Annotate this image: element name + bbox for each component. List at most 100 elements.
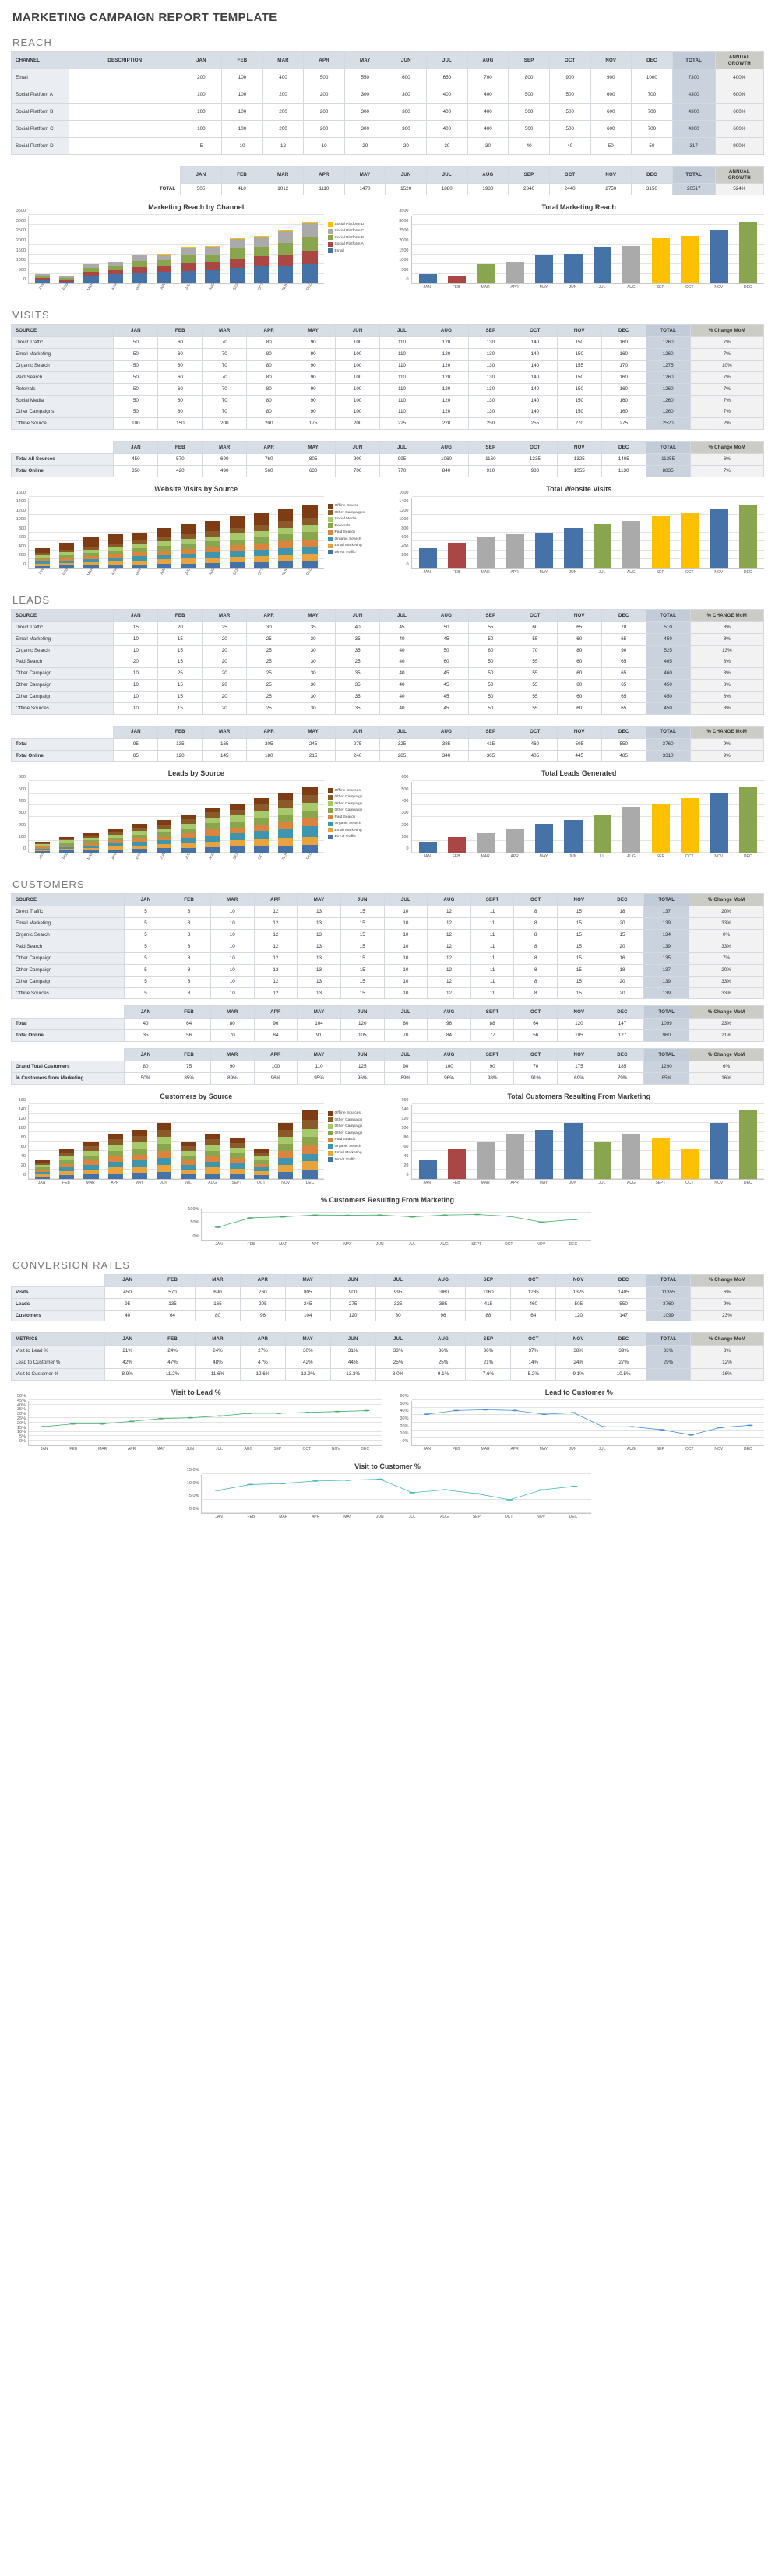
x-tick-label: JUL <box>184 1180 192 1185</box>
bar-column <box>501 216 530 284</box>
cell-value: 15 <box>557 929 601 942</box>
chart-legend: Offline Source Other Campaigns Social Medi… <box>324 498 382 569</box>
bar-column <box>298 498 322 568</box>
chart-title: Marketing Reach by Channel <box>148 203 245 212</box>
table-row: Other Campaign 5 8 10 12 13 15 10 12 11 8 15 18 137 20… <box>11 963 764 977</box>
cell-value: 130 <box>467 394 513 407</box>
bar-column <box>30 498 55 568</box>
legend-swatch <box>327 815 333 820</box>
gridline <box>202 1473 591 1474</box>
plot-area: 0 200 400 600 800 1000 1200 1400 1600 <box>394 491 764 569</box>
x-tick-label: JUN <box>569 569 577 575</box>
bar-segment <box>156 1171 172 1179</box>
legend-item: Offline Source <box>327 503 382 509</box>
cell-value: 25 <box>246 702 292 715</box>
cell-value: 40 <box>548 137 591 156</box>
legend-swatch <box>327 523 333 529</box>
cell-value: 160 <box>601 336 646 350</box>
cell-value: 11 <box>470 952 515 965</box>
bar-segment <box>277 1157 294 1165</box>
cell-value: 11 <box>470 929 515 942</box>
y-tick-label: 200 <box>401 553 409 558</box>
cell-value: 8 <box>513 941 558 953</box>
chart-canvas: 0 500 1000 1500 2000 2500 3000 3500 Social Platf… <box>11 209 382 297</box>
legend-item: Social Platform C <box>327 228 382 234</box>
cell-change: 900% <box>714 137 765 156</box>
column-header: FEB <box>167 1048 211 1062</box>
table-row: Total Online 85 120 145 180 215 240 285 340 365 40… <box>10 749 765 762</box>
bar-segment <box>535 1130 554 1179</box>
bar-segment <box>535 532 554 568</box>
bar-segment <box>302 811 318 819</box>
cell-value: 8 <box>167 987 211 1000</box>
bar-segment <box>253 811 269 818</box>
bar-column <box>588 216 617 284</box>
cell-value: 5.2% <box>510 1368 557 1381</box>
bar-column <box>225 1105 249 1179</box>
bar-segment <box>564 820 583 853</box>
data-point <box>279 1216 287 1218</box>
y-tick-label: 10% <box>400 1431 409 1437</box>
cell-total: 135 <box>643 952 690 965</box>
cell-change: 7% <box>689 465 765 477</box>
cell-value: 690 <box>195 1286 241 1299</box>
bar-column <box>558 498 587 568</box>
cell-value: 760 <box>239 1286 286 1299</box>
table-row: Other Campaign 10 15 20 25 30 35 40 45 50 55 60 65 45… <box>10 679 765 692</box>
table-row: Social Platform A 100 100 200 200 300 300 400 40… <box>10 86 765 104</box>
table-row: Total 95 135 165 205 245 275 325 385 415 460 505 550… <box>10 737 765 751</box>
y-tick-label: 500 <box>401 267 409 273</box>
cell-value: 1012 <box>262 183 305 196</box>
cell-change: 6% <box>689 453 765 466</box>
cell-value: 64 <box>167 1018 211 1031</box>
bar-column <box>617 498 646 568</box>
cell-value: 5 <box>123 929 168 942</box>
column-header: FEB <box>157 608 203 622</box>
cell-value: 15 <box>340 987 385 1000</box>
cell-change: 8% <box>689 679 765 692</box>
cell-value: 105 <box>340 1029 385 1043</box>
bar-column <box>646 216 675 284</box>
row-label: Other Campaign <box>10 691 114 703</box>
bar-segment <box>205 1134 220 1140</box>
cell-value: 275 <box>601 417 646 431</box>
cell-value: 40 <box>123 1018 168 1031</box>
legend-label: Other Campaign <box>334 808 363 813</box>
gridline <box>29 1399 382 1400</box>
legend-item: Referrals <box>327 523 382 529</box>
legend-swatch <box>327 1131 333 1136</box>
cell-value: 110 <box>297 1061 341 1073</box>
cell-change: 9% <box>689 737 765 751</box>
legend-swatch <box>327 248 333 254</box>
bar-column <box>249 216 273 284</box>
cell-value: 90 <box>291 371 336 384</box>
cell-value: 13 <box>297 987 341 1000</box>
cell-value: 505 <box>556 737 602 751</box>
plot <box>28 1399 382 1446</box>
visits-table: SOURCE JAN FEB MAR APR MAY JUN JUL AUG SEP OCT NOV D… <box>10 324 765 431</box>
cell-value: 10 <box>210 963 255 977</box>
cell-value: 12 <box>253 963 298 977</box>
bar-segment <box>622 520 641 568</box>
cell-change: 7% <box>689 406 765 419</box>
cell-value: 550 <box>601 737 646 751</box>
plot <box>201 1473 591 1514</box>
column-header: TOTAL <box>643 1048 690 1062</box>
cell-value: 150 <box>556 382 602 396</box>
cell-value: 3150 <box>631 183 673 196</box>
column-header: JAN <box>123 1005 168 1019</box>
bar-column <box>734 216 763 284</box>
cell-value: 300 <box>343 120 386 139</box>
column-header: % Change MoM <box>689 324 765 338</box>
y-axis: 0 500 1000 1500 2000 2500 3000 3500 <box>11 209 28 284</box>
cell-value: 200 <box>303 86 345 104</box>
row-description <box>69 103 181 121</box>
y-tick-label: 1000 <box>16 258 26 263</box>
cell-value: 690 <box>202 453 248 466</box>
column-header: MAY <box>291 725 336 739</box>
cell-value: 40 <box>379 679 424 692</box>
chart-title: Customers by Source <box>160 1092 233 1100</box>
bar-segment <box>593 1141 612 1179</box>
x-tick-label: NOV <box>714 1180 724 1185</box>
cell-value: 140 <box>512 360 558 372</box>
